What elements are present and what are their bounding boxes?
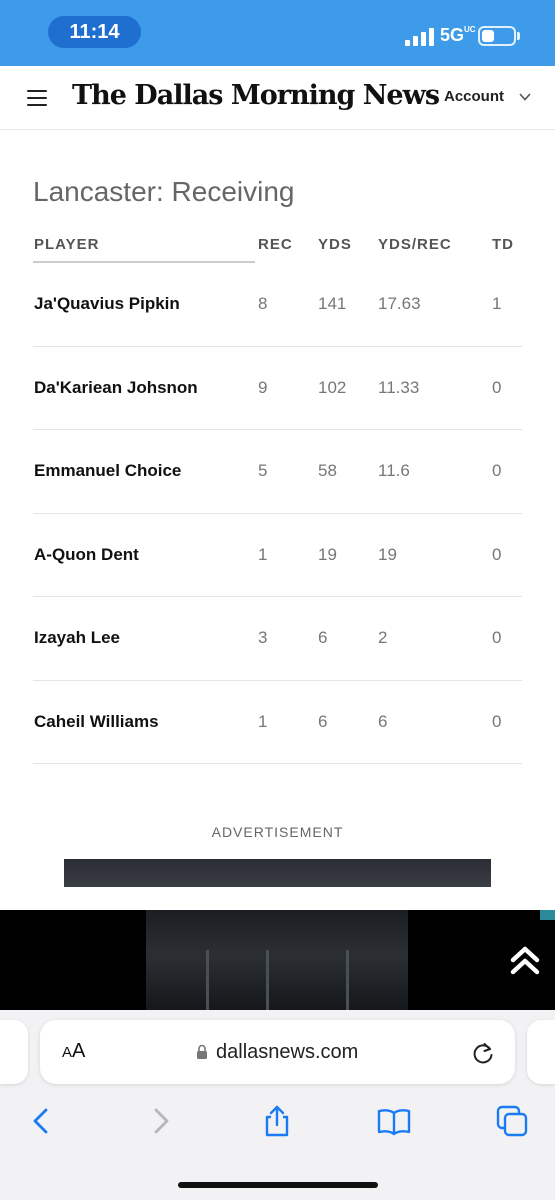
table-header: PLAYER REC YDS YDS/REC TD bbox=[33, 227, 522, 263]
player-name: Ja'Quavius Pipkin bbox=[34, 294, 180, 313]
advertisement-label: ADVERTISEMENT bbox=[211, 824, 344, 840]
cell-rec: 8 bbox=[258, 294, 268, 313]
cell-yds: 19 bbox=[318, 544, 337, 564]
column-header-td: TD bbox=[492, 236, 514, 253]
table-row: Izayah Lee 3 6 2 0 bbox=[33, 597, 522, 681]
table-row: Emmanuel Choice 5 58 11.6 0 bbox=[33, 430, 522, 514]
column-header-yds-rec: YDS/REC bbox=[378, 236, 452, 253]
status-bar: 11:14 5GUC bbox=[0, 0, 555, 66]
column-header-yds: YDS bbox=[318, 236, 352, 253]
table-row: Caheil Williams 1 6 6 0 bbox=[33, 681, 522, 764]
lock-icon bbox=[197, 1044, 207, 1059]
account-button[interactable]: Account bbox=[444, 88, 504, 105]
column-header-player: PLAYER bbox=[34, 236, 100, 253]
double-chevron-up-icon[interactable] bbox=[508, 944, 542, 978]
cell-td: 1 bbox=[492, 294, 502, 313]
ad-banner[interactable] bbox=[64, 859, 491, 887]
cell-rec: 9 bbox=[258, 377, 268, 397]
tabs-icon[interactable] bbox=[495, 1104, 529, 1138]
time-pill[interactable]: 11:14 bbox=[48, 16, 141, 48]
table-row: A-Quon Dent 1 19 19 0 bbox=[33, 514, 522, 597]
cell-yds-rec: 17.63 bbox=[378, 294, 421, 313]
home-indicator[interactable] bbox=[178, 1182, 378, 1188]
cell-yds: 102 bbox=[318, 377, 347, 397]
share-icon[interactable] bbox=[260, 1104, 294, 1138]
player-name: A-Quon Dent bbox=[34, 544, 139, 564]
back-icon[interactable] bbox=[24, 1104, 58, 1138]
next-tab-preview[interactable] bbox=[527, 1020, 555, 1084]
cell-yds-rec: 11.6 bbox=[378, 461, 410, 480]
cell-td: 0 bbox=[492, 711, 502, 731]
site-masthead[interactable]: The Dallas Morning News bbox=[72, 80, 440, 111]
text-size-button[interactable]: AA bbox=[62, 1040, 85, 1063]
cell-td: 0 bbox=[492, 544, 502, 564]
player-name: Izayah Lee bbox=[34, 628, 120, 647]
forward-icon[interactable] bbox=[144, 1104, 178, 1138]
cell-yds-rec: 2 bbox=[378, 628, 388, 647]
cell-yds: 6 bbox=[318, 711, 328, 731]
cell-td: 0 bbox=[492, 461, 502, 480]
status-time: 11:14 bbox=[69, 21, 120, 43]
cell-yds: 6 bbox=[318, 628, 328, 647]
network-label: 5G bbox=[440, 25, 465, 45]
player-name: Emmanuel Choice bbox=[34, 461, 182, 480]
text-size-large-a: A bbox=[72, 1040, 86, 1062]
text-size-small-a: A bbox=[62, 1044, 73, 1061]
battery-tip bbox=[517, 32, 520, 40]
table-row: Da'Kariean Johsnon 9 102 11.33 0 bbox=[33, 347, 522, 430]
cell-td: 0 bbox=[492, 377, 502, 397]
battery-icon bbox=[478, 26, 516, 46]
chevron-down-icon[interactable] bbox=[518, 90, 532, 104]
cell-yds-rec: 19 bbox=[378, 544, 397, 564]
cell-rec: 3 bbox=[258, 628, 268, 647]
reload-icon[interactable] bbox=[470, 1040, 496, 1066]
hamburger-menu-icon[interactable] bbox=[27, 90, 47, 106]
cell-yds: 141 bbox=[318, 294, 347, 313]
cell-yds-rec: 11.33 bbox=[378, 377, 420, 397]
cell-yds: 58 bbox=[318, 461, 337, 480]
bookmarks-icon[interactable] bbox=[377, 1104, 411, 1138]
column-header-rec: REC bbox=[258, 236, 293, 253]
previous-tab-preview[interactable] bbox=[0, 1020, 28, 1084]
cell-rec: 5 bbox=[258, 461, 268, 480]
video-ad-thumbnail[interactable] bbox=[146, 910, 408, 1010]
site-header: The Dallas Morning News Account bbox=[0, 66, 555, 130]
ad-corner-badge[interactable] bbox=[540, 910, 555, 920]
player-name: Da'Kariean Johsnon bbox=[34, 377, 198, 397]
receiving-table: PLAYER REC YDS YDS/REC TD Ja'Quavius Pip… bbox=[33, 227, 522, 764]
cell-rec: 1 bbox=[258, 711, 268, 731]
cell-yds-rec: 6 bbox=[378, 711, 388, 731]
network-type: 5GUC bbox=[440, 25, 476, 46]
table-row: Ja'Quavius Pipkin 8 141 17.63 1 bbox=[33, 263, 522, 347]
url-text[interactable]: dallasnews.com bbox=[216, 1041, 358, 1064]
player-name: Caheil Williams bbox=[34, 711, 159, 731]
address-bar[interactable]: AA dallasnews.com bbox=[40, 1020, 515, 1084]
cell-rec: 1 bbox=[258, 544, 268, 564]
network-suffix: UC bbox=[464, 25, 476, 34]
cell-td: 0 bbox=[492, 628, 502, 647]
video-ad[interactable] bbox=[0, 910, 555, 1010]
section-title: Lancaster: Receiving bbox=[33, 176, 295, 207]
signal-bars-icon bbox=[405, 28, 437, 46]
